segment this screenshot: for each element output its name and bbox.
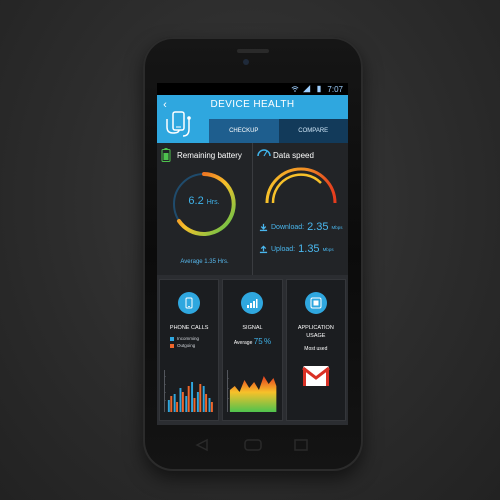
data-speed-arc-gauge: [265, 167, 337, 204]
status-time: 7:07: [327, 84, 343, 94]
app-usage-card[interactable]: APPLICATION USAGE Most used: [285, 279, 346, 421]
download-value: 2.35: [307, 221, 329, 233]
earpiece-speaker: [237, 49, 269, 53]
download-speed-row: Download: 2.35 Mbps: [259, 221, 343, 233]
back-nav-icon[interactable]: [195, 438, 208, 452]
upload-speed-row: Upload: 1.35 Mbps: [259, 243, 334, 255]
status-bar: 7:07: [157, 83, 348, 95]
phone-calls-card[interactable]: PHONE CALLS Incomming Outgoing: [159, 279, 220, 421]
upload-unit: Mbps: [322, 246, 334, 252]
battery-panel-title: Remaining battery: [177, 151, 242, 160]
download-icon: [259, 223, 268, 231]
signal-bars-icon: [247, 299, 258, 308]
upload-value: 1.35: [298, 243, 320, 255]
signal-average: Average 75 %: [233, 337, 272, 346]
download-label: Download:: [271, 223, 305, 231]
wifi-icon: [291, 86, 299, 92]
app-usage-button[interactable]: [304, 292, 327, 314]
legend-outgoing: Outgoing: [170, 343, 199, 348]
tab-bar: CHECKUP COMPARE: [209, 119, 348, 143]
phone-screen: 7:07 ‹ DEVICE HEALTH CHECKUP COMPARE Rem…: [157, 83, 348, 425]
battery-average-label: Average 1.35 Hrs.: [180, 259, 229, 265]
app-usage-title: APPLICATION USAGE: [297, 325, 334, 339]
home-nav-icon[interactable]: [244, 439, 262, 451]
download-unit: Mbps: [331, 224, 343, 230]
phone-device: 7:07 ‹ DEVICE HEALTH CHECKUP COMPARE Rem…: [143, 37, 363, 471]
tab-checkup[interactable]: CHECKUP: [209, 119, 279, 143]
front-camera: [243, 59, 249, 65]
app-square-icon: [310, 297, 322, 309]
battery-remaining-value: 6.2 Hrs.: [188, 195, 220, 207]
page-title: DEVICE HEALTH: [210, 99, 295, 110]
top-panels: Remaining battery 6.2 Hrs. Average 1.35 …: [157, 143, 348, 275]
upload-label: Upload:: [271, 245, 296, 253]
recents-nav-icon[interactable]: [294, 439, 308, 451]
battery-panel[interactable]: Remaining battery 6.2 Hrs. Average 1.35 …: [157, 143, 253, 275]
phone-stethoscope-icon: [166, 111, 191, 137]
phone-calls-legend: Incomming Outgoing: [170, 336, 199, 350]
gauge-icon: [257, 149, 271, 157]
most-used-label: Most used: [304, 346, 328, 352]
signal-button[interactable]: [241, 292, 264, 314]
phone-icon: [185, 297, 193, 309]
signal-title: SIGNAL: [242, 325, 263, 331]
legend-incoming: Incomming: [170, 336, 199, 341]
signal-card[interactable]: SIGNAL Average 75 %: [222, 279, 283, 421]
data-speed-title: Data speed: [273, 151, 314, 160]
battery-status-icon: [317, 85, 322, 93]
bottom-cards: PHONE CALLS Incomming Outgoing SIGNAL Av…: [159, 279, 346, 421]
navigation-bar: [195, 438, 308, 452]
upload-icon: [259, 244, 268, 253]
phone-calls-bar-chart: [164, 370, 213, 412]
cell-signal-icon: [303, 85, 311, 93]
battery-icon: [161, 148, 171, 162]
phone-calls-button[interactable]: [178, 292, 201, 314]
tab-compare[interactable]: COMPARE: [279, 119, 349, 143]
app-header: ‹ DEVICE HEALTH CHECKUP COMPARE: [157, 95, 348, 143]
gmail-icon[interactable]: [301, 362, 330, 390]
phone-calls-title: PHONE CALLS: [169, 325, 209, 331]
data-speed-panel[interactable]: Data speed Download: 2.35 Mbps Upload: 1…: [253, 143, 348, 275]
signal-area-chart: [227, 370, 277, 412]
